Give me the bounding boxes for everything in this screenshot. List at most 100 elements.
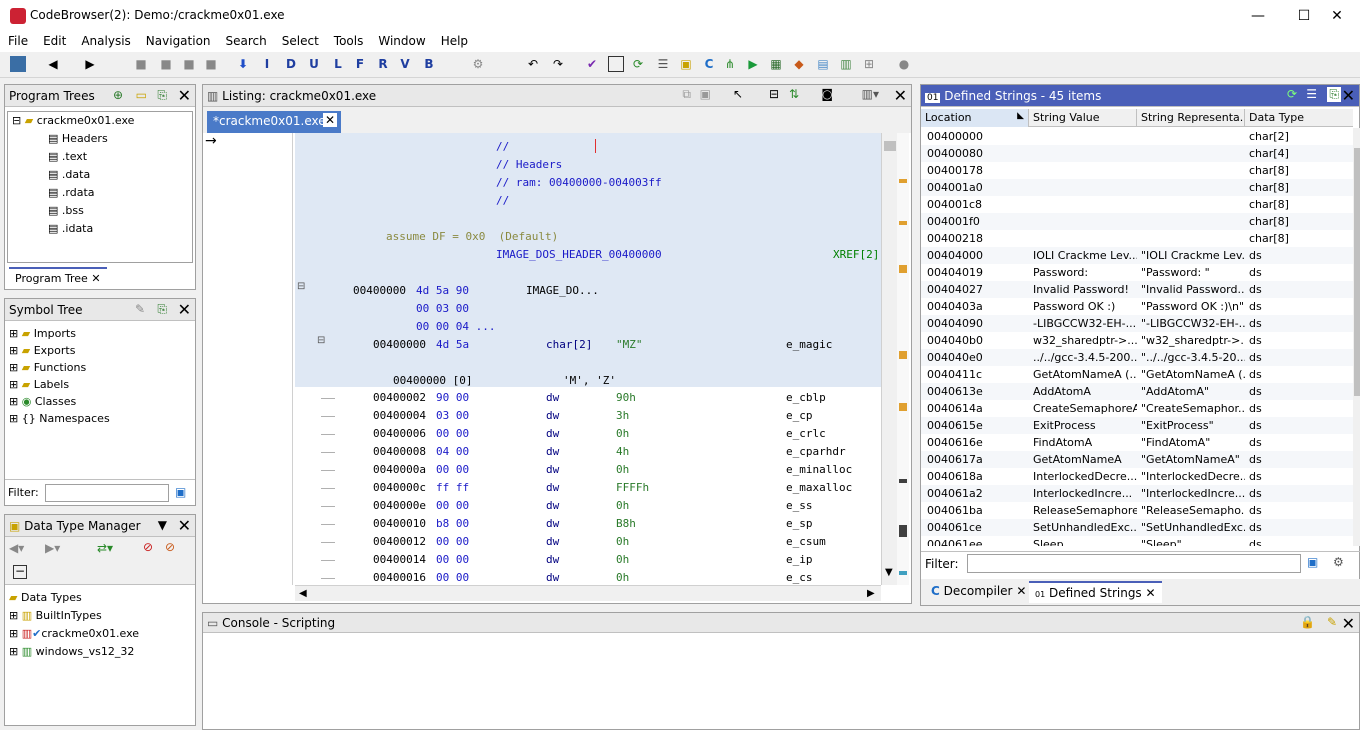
col-string-representation[interactable]: String Representa... <box>1137 109 1245 127</box>
tab-defined-strings[interactable]: 01 Defined Strings ✕ <box>1029 581 1162 603</box>
down-arrow-icon[interactable]: ⬇ <box>235 56 251 72</box>
forward-arrow-icon[interactable]: ▶ <box>82 56 98 72</box>
menu-edit[interactable]: Edit <box>35 32 73 52</box>
menu-window[interactable]: Window <box>370 32 432 52</box>
format-icon[interactable]: ⊟ <box>769 87 779 101</box>
filter-options-icon[interactable]: ▣ <box>1307 555 1318 569</box>
next-value-button[interactable]: V <box>397 56 413 72</box>
tree-item-functions[interactable]: ⊞ ▰ Functions <box>9 359 86 377</box>
menu-help[interactable]: Help <box>433 32 475 52</box>
expand-icon[interactable]: ⊟ <box>12 114 21 127</box>
chart-icon[interactable]: ▥ <box>838 56 854 72</box>
table-row[interactable]: 0040615e ExitProcess "ExitProcess" ds <box>921 417 1353 434</box>
snapshot-icon[interactable]: ⎘ <box>1327 87 1341 102</box>
tree-item-idata[interactable]: ▤ .idata <box>48 220 93 238</box>
listing-hscrollbar[interactable]: ◀ ▶ <box>295 585 881 601</box>
lock-icon[interactable]: 🔒 <box>1300 615 1315 629</box>
merge-icon[interactable]: ⚙ <box>470 56 486 72</box>
snapshot-icon[interactable]: ⎘ <box>157 302 167 317</box>
table-options-icon[interactable]: ☰ <box>1306 87 1317 101</box>
tree-item-labels[interactable]: ⊞ ▰ Labels <box>9 376 69 394</box>
collapse-all-icon[interactable]: − <box>13 565 27 579</box>
table-row[interactable]: 00400218 char[8] <box>921 230 1353 247</box>
next-label-button[interactable]: L <box>330 56 346 72</box>
scroll-right-icon[interactable]: ▶ <box>867 588 875 599</box>
nav-icon-4[interactable]: ■ <box>203 56 219 72</box>
table-row[interactable]: 004061ba ReleaseSemaphore "ReleaseSemapho.… <box>921 502 1353 519</box>
nav-icon-1[interactable]: ■ <box>133 56 149 72</box>
table-row[interactable]: 00404019 Password: "Password: " ds <box>921 264 1353 281</box>
col-string-value[interactable]: String Value <box>1029 109 1137 127</box>
sync-icon[interactable]: ⇄▾ <box>97 541 113 555</box>
menu-select[interactable]: Select <box>274 32 326 52</box>
bytes-icon[interactable] <box>608 56 624 72</box>
save-icon[interactable] <box>10 56 26 72</box>
table-row[interactable]: 004040e0 ../../gcc-3.4.5-200... "../../gcc… <box>921 349 1353 366</box>
tree-item-rdata[interactable]: ▤ .rdata <box>48 184 95 202</box>
collapse-icon[interactable]: ⊟ <box>317 335 325 346</box>
paste-icon[interactable]: ▣ <box>700 87 711 101</box>
next-instruction-button[interactable]: I <box>259 56 275 72</box>
table-row[interactable]: 0040613e AddAtomA "AddAtomA" ds <box>921 383 1353 400</box>
menu-tools[interactable]: Tools <box>326 32 371 52</box>
folder-icon[interactable]: ▣ <box>678 56 694 72</box>
table-row[interactable]: 004061a2 InterlockedIncre... "InterlockedI… <box>921 485 1353 502</box>
edit-icon[interactable]: ✎ <box>135 302 145 316</box>
tree-item-data-types[interactable]: ▰ Data Types <box>9 589 82 607</box>
table-row[interactable]: 00404000 IOLI Crackme Lev... "IOLI Crackme… <box>921 247 1353 264</box>
tree-item-bss[interactable]: ▤ .bss <box>48 202 84 220</box>
close-icon[interactable]: ✕ <box>894 86 907 105</box>
close-icon[interactable]: ✕ <box>178 516 191 535</box>
table-row[interactable]: 00400178 char[8] <box>921 162 1353 179</box>
text-icon[interactable]: ☰ <box>655 56 671 72</box>
filter-off-icon[interactable]: ⊘ <box>143 540 153 554</box>
table-row[interactable]: 0040614a CreateSemaphoreA "CreateSemaphor.… <box>921 400 1353 417</box>
table-row[interactable]: 00404027 Invalid Password! "Invalid Passwo… <box>921 281 1353 298</box>
table-row[interactable]: 0040617a GetAtomNameA "GetAtomNameA" ds <box>921 451 1353 468</box>
checkmark-icon[interactable]: ✔ <box>584 56 600 72</box>
table-row[interactable]: 004001f0 char[8] <box>921 213 1353 230</box>
tree-item-imports[interactable]: ⊞ ▰ Imports <box>9 325 76 343</box>
close-button[interactable]: ✕ <box>1314 0 1360 32</box>
filter-input[interactable] <box>45 484 169 502</box>
snapshot-camera-icon[interactable]: ◙ <box>821 87 833 101</box>
next-data-button[interactable]: D <box>283 56 299 72</box>
open-folder-icon[interactable]: ▭ <box>136 88 147 102</box>
new-tree-icon[interactable]: ⊕ <box>113 88 123 102</box>
strings-scrollbar[interactable] <box>1353 128 1360 546</box>
nav-icon-3[interactable]: ■ <box>181 56 197 72</box>
next-undefined-button[interactable]: U <box>306 56 322 72</box>
table-row[interactable]: 004001c8 char[8] <box>921 196 1353 213</box>
filter-options-icon[interactable]: ▣ <box>175 485 186 499</box>
forward-arrow-icon[interactable]: ▶▾ <box>45 541 60 555</box>
tree-item-namespaces[interactable]: ⊞ {} Namespaces <box>9 410 110 428</box>
cursor-icon[interactable]: ↖ <box>733 87 743 101</box>
tree-item-classes[interactable]: ⊞ ◉ Classes <box>9 393 76 411</box>
table-row[interactable]: 00400080 char[4] <box>921 145 1353 162</box>
tree-item-data[interactable]: ▤ .data <box>48 166 90 184</box>
menu-navigation[interactable]: Navigation <box>138 32 218 52</box>
next-reference-button[interactable]: R <box>375 56 391 72</box>
settings-icon[interactable]: ⚙ <box>1333 555 1344 569</box>
table-row[interactable]: 004061ee Sleep "Sleep" ds <box>921 536 1353 546</box>
tree-item-headers[interactable]: ▤ Headers <box>48 130 108 148</box>
dropdown-icon[interactable]: ▼ <box>158 518 167 532</box>
copy-icon[interactable]: ⧉ <box>682 87 691 102</box>
table-row[interactable]: 0040403a Password OK :) "Password OK :)\n"… <box>921 298 1353 315</box>
diamond-icon[interactable]: ◆ <box>791 56 807 72</box>
undo-icon[interactable]: ↶ <box>525 56 541 72</box>
next-function-button[interactable]: F <box>352 56 368 72</box>
menu-search[interactable]: Search <box>218 32 274 52</box>
scroll-thumb[interactable] <box>884 141 896 151</box>
scroll-left-icon[interactable]: ◀ <box>299 588 307 599</box>
redo-icon[interactable]: ↷ <box>550 56 566 72</box>
tree-item-program-archive[interactable]: ⊞ ▥✔crackme0x01.exe <box>9 625 139 643</box>
table-row[interactable]: 004001a0 char[8] <box>921 179 1353 196</box>
table-row[interactable]: 00404090 -LIBGCCW32-EH-... "-LIBGCCW32-EH-… <box>921 315 1353 332</box>
tab-decompiler[interactable]: C Decompiler ✕ <box>925 581 1032 601</box>
col-location[interactable]: Location ◣ <box>921 109 1029 127</box>
console-output[interactable] <box>203 633 1359 729</box>
back-arrow-icon[interactable]: ◀▾ <box>9 541 24 555</box>
table-icon[interactable]: ▤ <box>815 56 831 72</box>
memory-icon[interactable]: ▦ <box>768 56 784 72</box>
